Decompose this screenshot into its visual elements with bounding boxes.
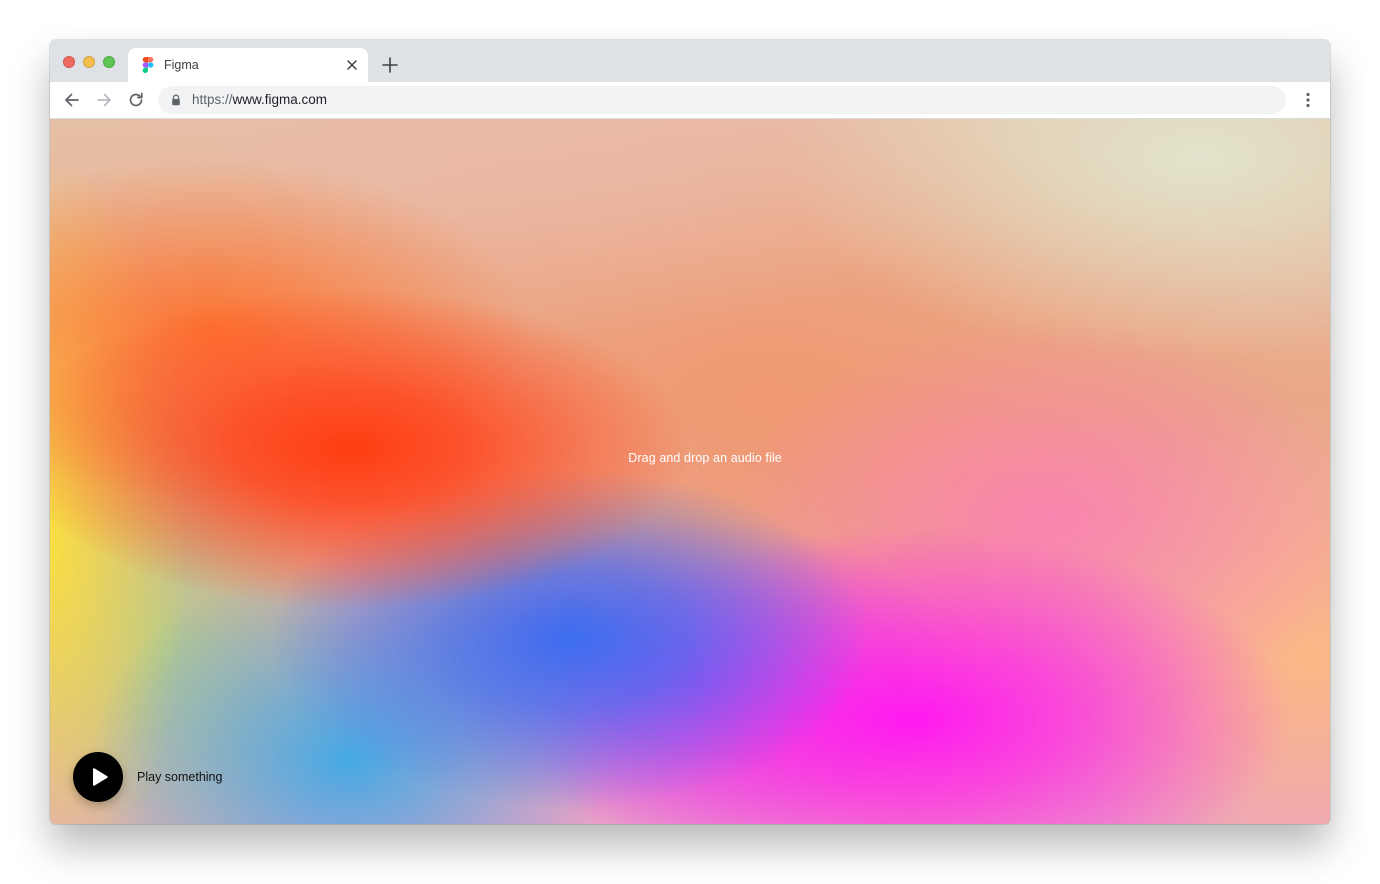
arrow-right-icon[interactable]	[94, 90, 114, 110]
play-label: Play something	[137, 770, 223, 784]
arrow-left-icon[interactable]	[62, 90, 82, 110]
page-viewport[interactable]: Drag and drop an audio file Play somethi…	[50, 119, 1330, 824]
tab-title: Figma	[164, 58, 199, 72]
tab-strip: Figma	[50, 40, 1330, 82]
window-close-button[interactable]	[63, 56, 75, 68]
play-button[interactable]	[73, 752, 123, 802]
tab-figma[interactable]: Figma	[128, 48, 368, 82]
window-minimize-button[interactable]	[83, 56, 95, 68]
more-vertical-icon[interactable]	[1298, 90, 1318, 110]
play-icon	[93, 768, 108, 786]
browser-window: Figma https://www.figma.com Drag and dro…	[50, 40, 1330, 824]
reload-icon[interactable]	[126, 90, 146, 110]
url-scheme: https://	[192, 92, 233, 107]
lock-icon[interactable]	[170, 94, 182, 106]
url-host: www.figma.com	[232, 92, 328, 107]
drop-zone-hint: Drag and drop an audio file	[628, 451, 782, 465]
browser-toolbar: https://www.figma.com	[50, 82, 1330, 119]
figma-logo-icon	[142, 57, 154, 73]
address-bar[interactable]: https://www.figma.com	[158, 86, 1286, 114]
window-maximize-button[interactable]	[103, 56, 115, 68]
close-icon[interactable]	[344, 57, 360, 73]
gradient-background	[50, 119, 1330, 824]
url-text[interactable]: https://www.figma.com	[192, 92, 327, 107]
plus-icon[interactable]	[380, 55, 400, 75]
